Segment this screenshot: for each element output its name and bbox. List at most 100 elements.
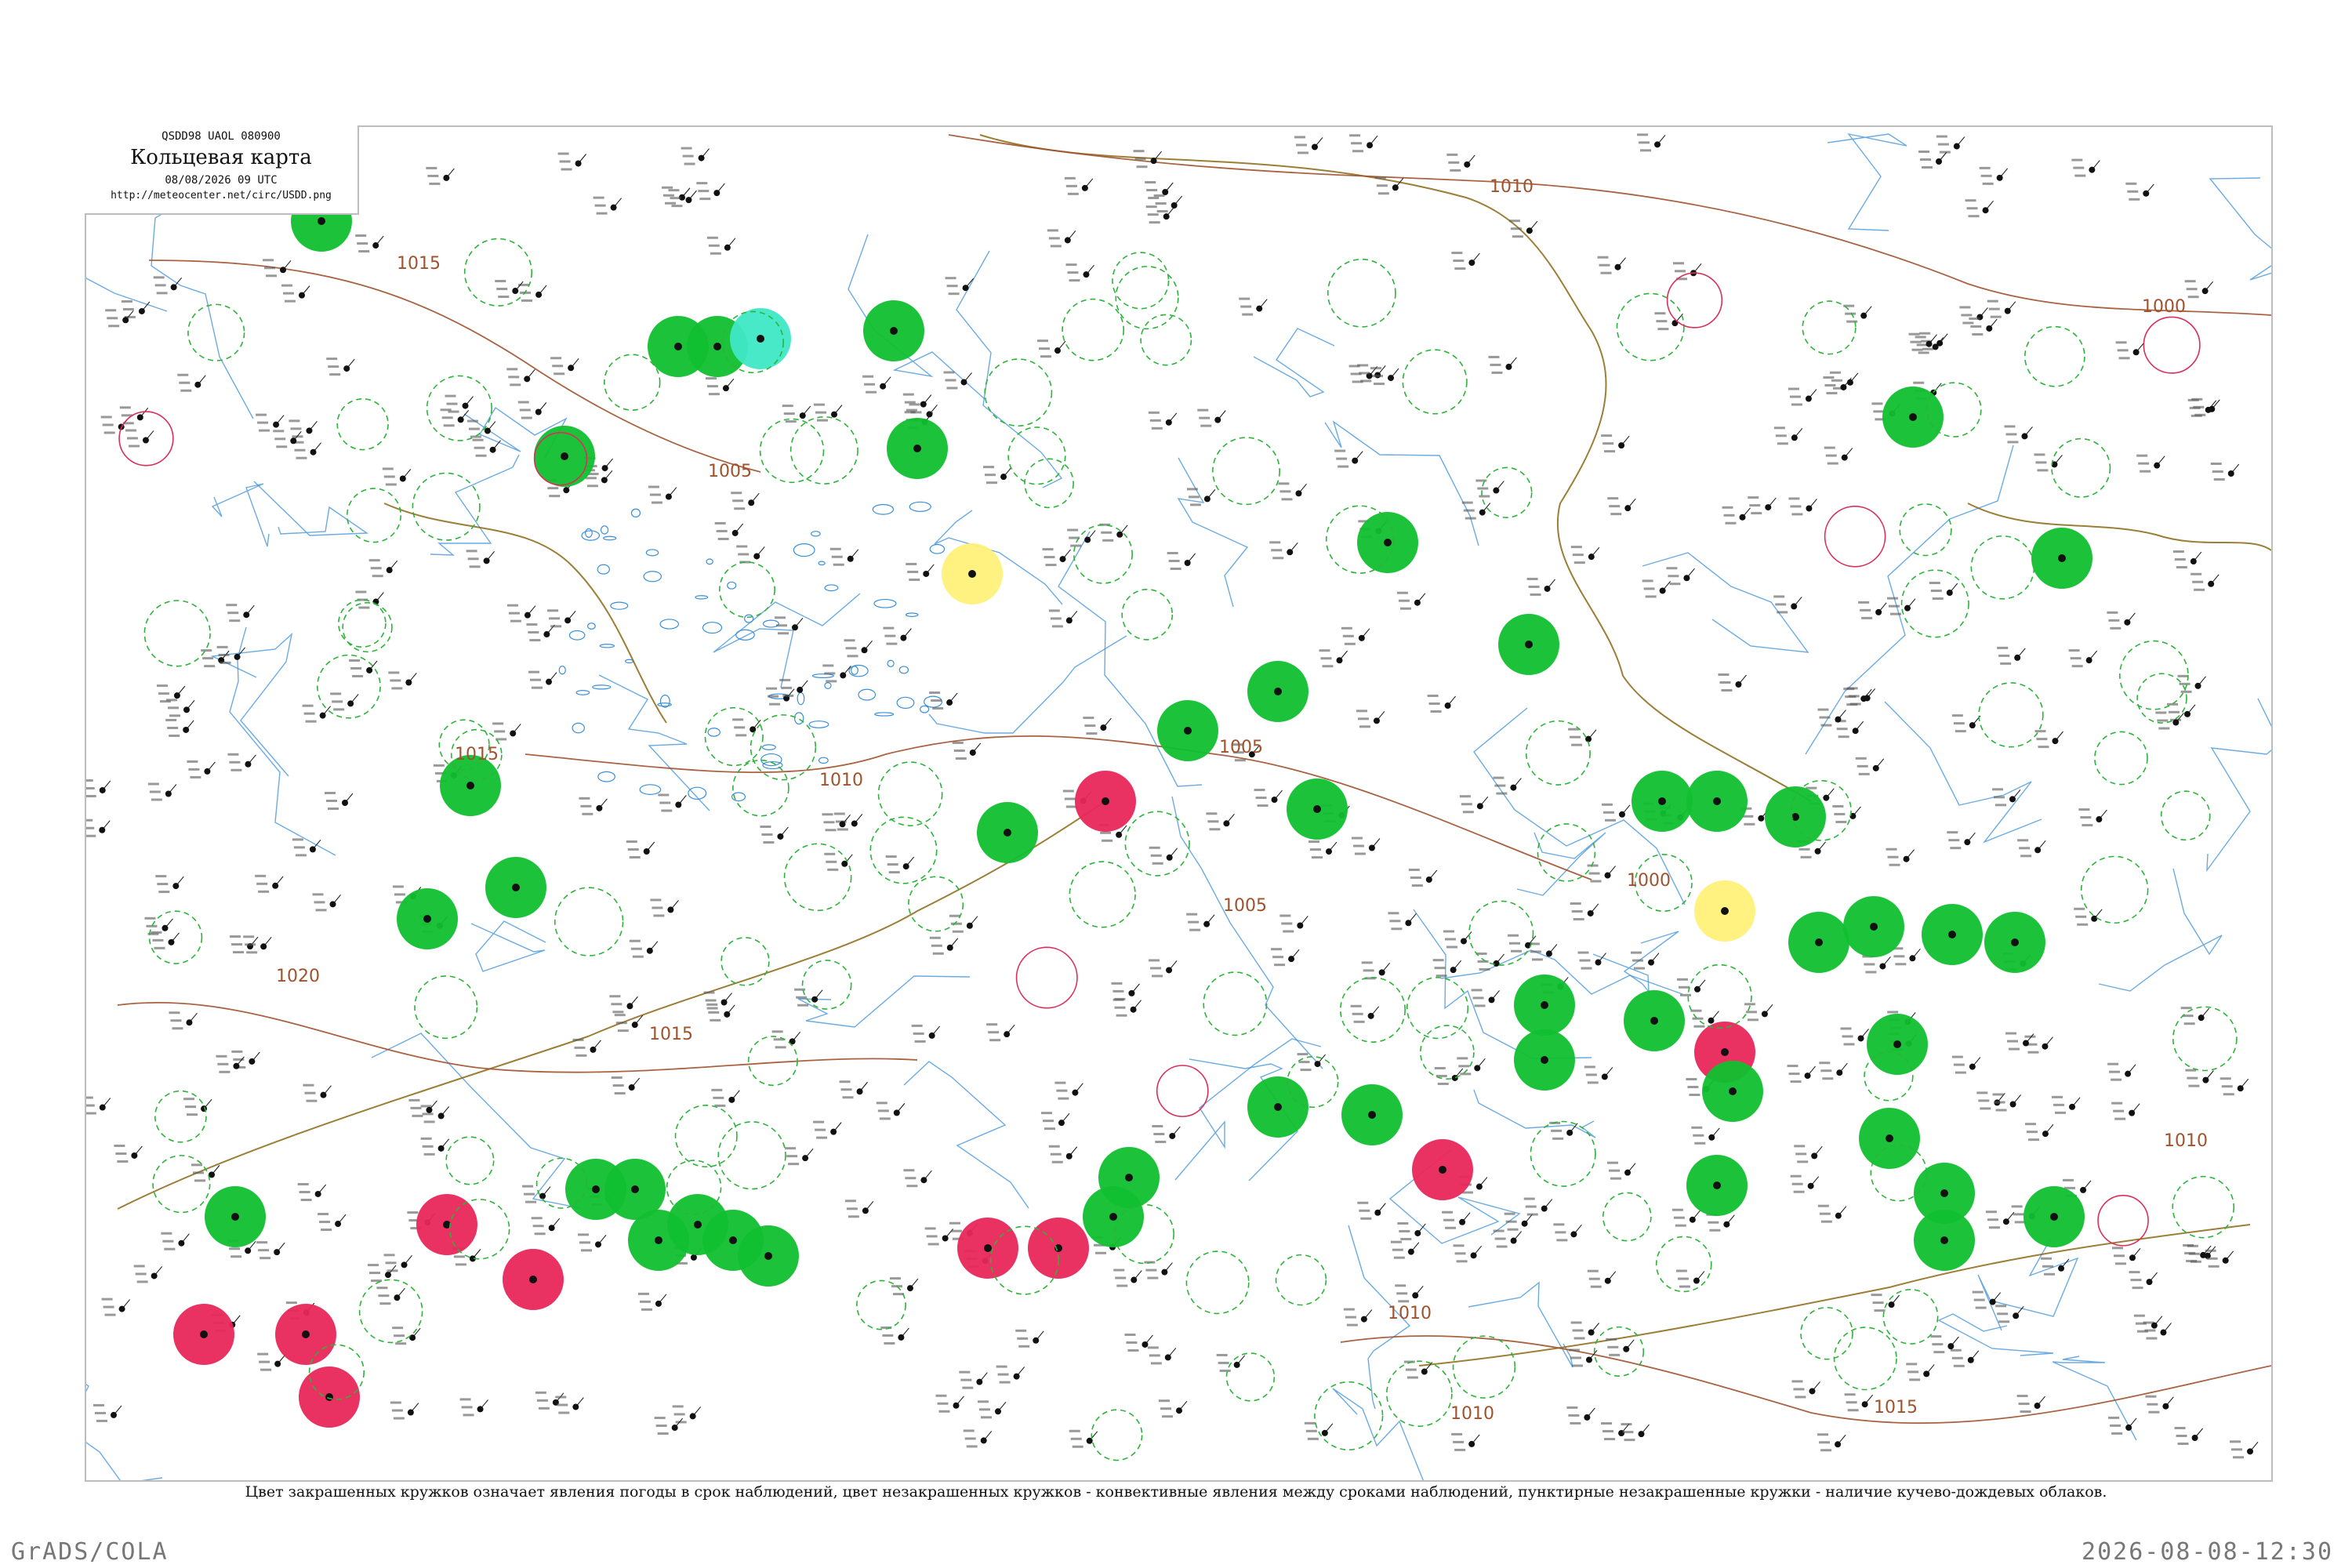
wind-barb	[2198, 676, 2206, 687]
station-data	[321, 1229, 332, 1232]
station-data	[1848, 695, 1860, 698]
convective-ring	[2143, 316, 2201, 374]
station-data	[2027, 1051, 2039, 1054]
wind-barb	[2136, 342, 2144, 353]
station-data	[1095, 1251, 1107, 1254]
cb-dashed-ring	[720, 937, 770, 986]
wind-barb	[1586, 1407, 1595, 1418]
station-data	[1793, 1190, 1805, 1193]
station-data	[650, 898, 662, 902]
station-data	[1453, 1244, 1465, 1247]
station-data	[1777, 611, 1788, 614]
station-marker	[592, 1185, 600, 1193]
station-data	[1990, 315, 2002, 318]
station-data	[2179, 682, 2190, 685]
station-data	[297, 1182, 309, 1185]
station-data	[1953, 1364, 1965, 1367]
lake	[659, 619, 680, 630]
wind-barb	[332, 895, 341, 905]
cb-dashed-ring	[445, 1136, 495, 1185]
lake	[924, 695, 943, 708]
station-data	[1446, 946, 1457, 949]
station-data	[2034, 730, 2046, 733]
station-data	[1069, 279, 1080, 282]
station-marker	[466, 782, 474, 789]
station-data	[579, 797, 590, 800]
station-data	[673, 1413, 685, 1416]
cb-dashed-ring	[336, 397, 389, 451]
station-data	[1800, 855, 1812, 858]
station-data	[536, 1399, 548, 1402]
lake	[808, 720, 829, 728]
station-data	[1530, 593, 1541, 596]
station-data	[706, 1003, 718, 1006]
wind-barb	[313, 442, 321, 453]
wind-barb	[750, 492, 760, 503]
station-data	[1510, 227, 1522, 230]
station-data	[2074, 174, 2086, 177]
wind-barb	[276, 1242, 285, 1253]
station-data	[1775, 603, 1787, 606]
station-marker	[631, 1185, 639, 1193]
cb-dashed-ring	[412, 472, 481, 541]
wind-barb	[1875, 758, 1885, 769]
station-data	[1777, 442, 1788, 445]
station-data	[1790, 1174, 1802, 1178]
wind-barb	[593, 1040, 601, 1051]
wind-barb	[125, 310, 134, 321]
station-data	[1067, 271, 1079, 274]
station-data	[165, 718, 177, 721]
wind-barb	[1809, 499, 1817, 509]
station-data	[2232, 1456, 2244, 1459]
station-data	[1980, 174, 1992, 177]
wind-barb	[236, 1056, 245, 1067]
wind-barb	[1808, 389, 1817, 399]
lake	[581, 530, 601, 541]
lake	[824, 584, 839, 592]
wind-barb	[956, 1396, 964, 1406]
station-data	[1523, 1197, 1535, 1200]
station-data	[985, 474, 996, 477]
station-data	[1679, 1285, 1690, 1288]
station-data	[1633, 967, 1645, 970]
station-data	[1254, 789, 1265, 792]
weather-map[interactable]: 1015 1010 1005 1005 1000 1015 1010 1020 …	[85, 125, 2273, 1482]
station-data	[547, 609, 559, 612]
lake	[858, 688, 877, 701]
station-data	[813, 1120, 825, 1123]
wind-barb	[337, 1214, 347, 1225]
station-data	[379, 1302, 391, 1305]
station-data	[1320, 657, 1332, 660]
station-data	[1359, 725, 1370, 728]
source-url[interactable]: http://meteocenter.net/circ/USDD.png	[85, 190, 358, 201]
station-data	[231, 943, 243, 946]
lake	[929, 543, 946, 554]
station-data	[999, 1381, 1011, 1384]
station-marker	[694, 1221, 702, 1229]
wind-barb	[389, 560, 398, 571]
station-data	[408, 1098, 420, 1102]
river	[1977, 1239, 2079, 1331]
station-data	[2109, 1070, 2121, 1073]
station-marker	[1721, 1048, 1729, 1056]
station-data	[926, 1235, 938, 1238]
wind-barb	[2132, 1247, 2141, 1258]
station-data	[945, 277, 956, 280]
station-data	[1373, 383, 1385, 386]
station-data	[1146, 188, 1158, 191]
station-data	[1966, 207, 1978, 210]
cb-dashed-ring	[1225, 1352, 1276, 1402]
station-data	[945, 379, 956, 382]
station-data	[1998, 654, 2010, 657]
station-data	[1997, 646, 2009, 649]
station-data	[911, 1024, 923, 1027]
wind-barb	[804, 1148, 814, 1159]
lake	[811, 531, 821, 537]
wind-barb	[1299, 916, 1308, 926]
river	[229, 626, 336, 856]
station-data	[1050, 1152, 1062, 1156]
station-data	[426, 166, 437, 169]
station-data	[229, 1247, 241, 1250]
station-data	[909, 403, 920, 406]
station-data	[736, 545, 748, 548]
